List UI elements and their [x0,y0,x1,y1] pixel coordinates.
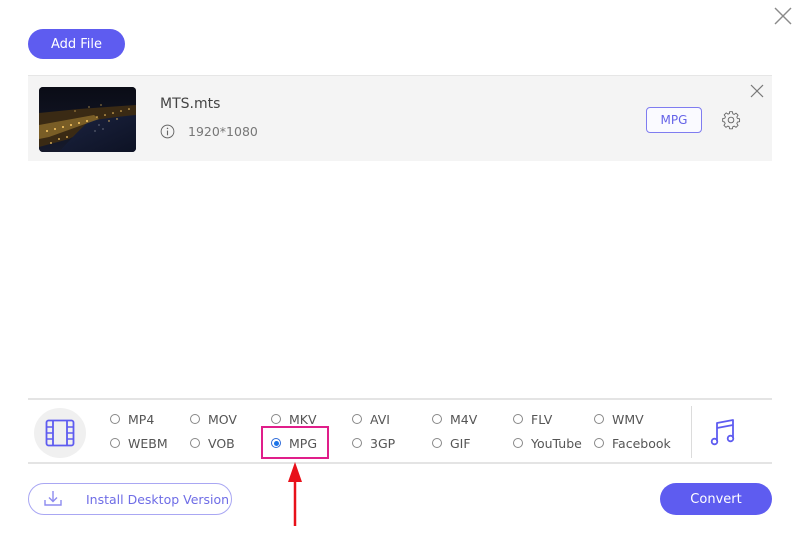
format-label: VOB [208,435,235,451]
install-label: Install Desktop Version [86,491,230,507]
radio-button[interactable] [190,414,200,424]
format-label: AVI [370,411,390,427]
download-icon [44,491,62,506]
format-label: M4V [450,411,478,427]
format-option-mp4[interactable]: MP4 [110,411,154,427]
info-circle-icon[interactable] [160,124,175,139]
format-option-m4v[interactable]: M4V [432,411,477,427]
radio-button[interactable] [432,414,442,424]
format-option-mpg[interactable]: MPG [271,435,317,451]
radio-button[interactable] [352,438,362,448]
radio-button[interactable] [513,414,523,424]
remove-file-icon[interactable] [750,84,764,98]
format-label: MPG [289,435,318,451]
file-resolution: 1920*1080 [188,124,258,139]
format-option-avi[interactable]: AVI [352,411,390,427]
radio-button[interactable] [110,438,120,448]
radio-button-selected[interactable] [271,438,281,448]
output-format-button[interactable]: MPG [646,107,702,133]
format-label: MOV [208,411,237,427]
format-option-gif[interactable]: GIF [432,435,471,451]
format-option-facebook[interactable]: Facebook [594,435,671,451]
format-label: MKV [289,411,317,427]
format-option-wmv[interactable]: WMV [594,411,644,427]
arrow-up-annotation [288,462,302,526]
file-list-item: MTS.mts 1920*1080 MPG [28,75,772,161]
convert-button[interactable]: Convert [660,483,772,515]
format-label: FLV [531,411,553,427]
format-label: Facebook [612,435,671,451]
file-name: MTS.mts [160,96,221,112]
radio-button[interactable] [271,414,281,424]
format-label: YouTube [531,435,582,451]
format-option-vob[interactable]: VOB [190,435,235,451]
gear-icon[interactable] [721,110,741,130]
format-option-youtube[interactable]: YouTube [513,435,582,451]
format-selector-panel: MP4 MOV MKV AVI M4V FLV WMV WEBM VOB MPG… [28,398,772,464]
radio-button[interactable] [594,438,604,448]
format-label: GIF [450,435,471,451]
format-option-mkv[interactable]: MKV [271,411,317,427]
format-label: 3GP [370,435,396,451]
radio-button[interactable] [594,414,604,424]
install-desktop-version-button[interactable]: Install Desktop Version [28,483,232,515]
radio-button[interactable] [190,438,200,448]
format-option-flv[interactable]: FLV [513,411,552,427]
format-label: WEBM [128,435,168,451]
format-option-mov[interactable]: MOV [190,411,237,427]
divider [691,406,692,458]
radio-button[interactable] [110,414,120,424]
video-category-tab[interactable] [34,408,86,458]
format-option-webm[interactable]: WEBM [110,435,168,451]
video-thumbnail [39,87,136,152]
format-label: WMV [612,411,644,427]
radio-button[interactable] [513,438,523,448]
format-option-3gp[interactable]: 3GP [352,435,395,451]
format-label: MP4 [128,411,155,427]
add-file-button[interactable]: Add File [28,29,125,59]
radio-button[interactable] [352,414,362,424]
close-window-icon[interactable] [772,5,794,27]
film-icon [45,419,75,447]
music-note-icon[interactable] [708,417,738,447]
radio-button[interactable] [432,438,442,448]
